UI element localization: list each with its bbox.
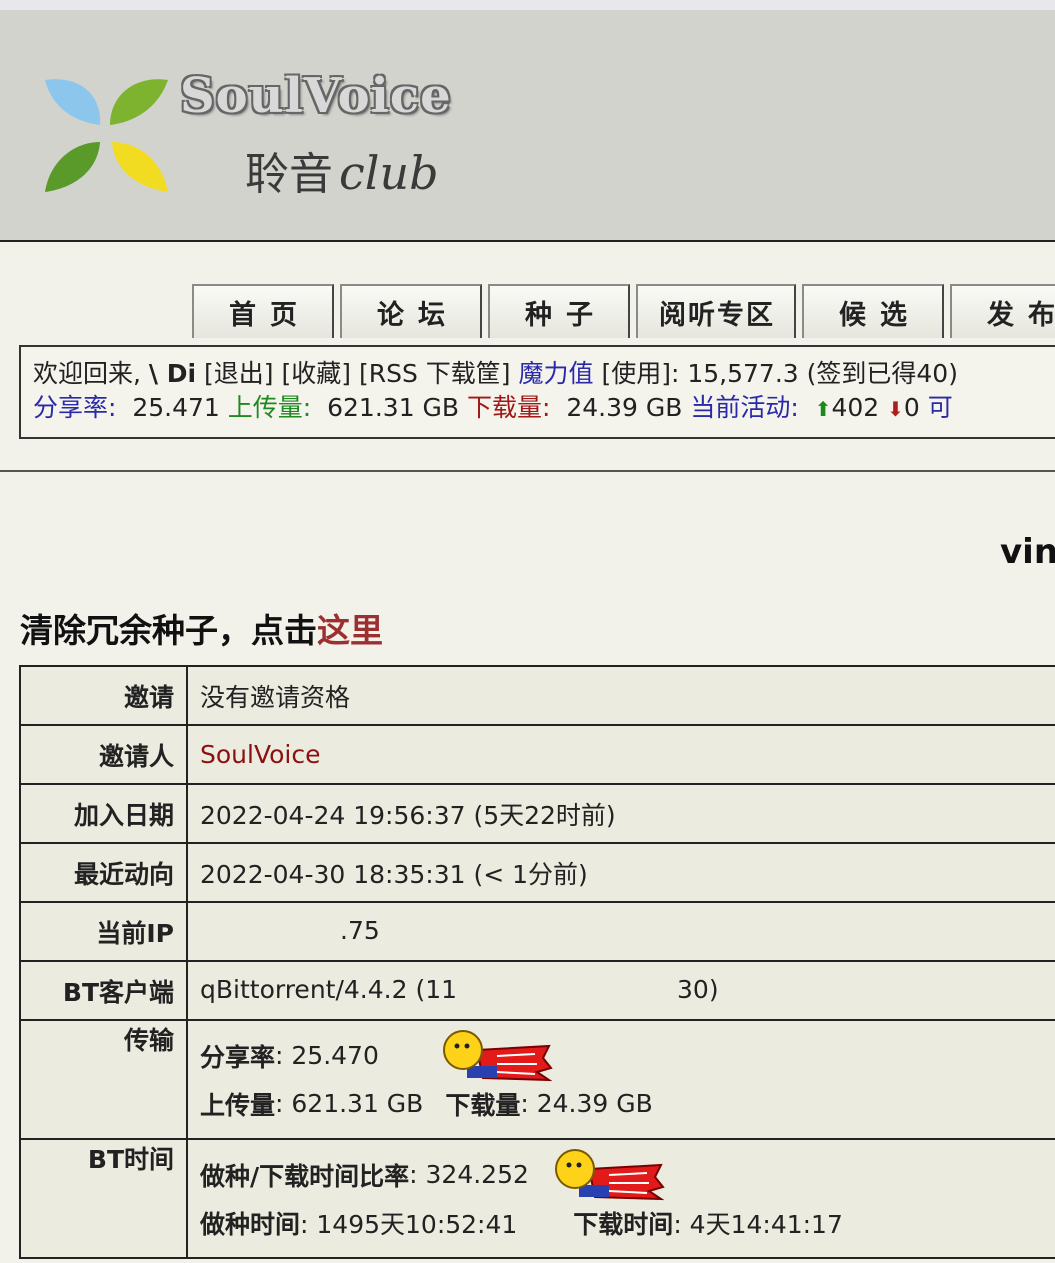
- inviter-label: 邀请人: [19, 724, 188, 785]
- seed-ratio-value: : 324.252: [409, 1160, 529, 1189]
- user-details-table: 邀请 没有邀请资格 邀请人 SoulVoice 加入日期 2022-04-24 …: [19, 665, 1055, 1259]
- favorites-link[interactable]: [收藏]: [281, 359, 351, 388]
- transfer-ratio-label: 分享率: [200, 1042, 276, 1072]
- client-value-end: 30): [677, 975, 719, 1004]
- tab-home[interactable]: 首页: [192, 284, 334, 338]
- divider: [0, 470, 1055, 472]
- clean-torrents-notice: 清除冗余种子，点击这里: [20, 604, 383, 652]
- user-info-bar: 欢迎回来, \ Di [退出] [收藏] [RSS 下载筐] 魔力值 [使用]:…: [19, 345, 1055, 439]
- table-row: 传输 分享率: 25.470 上传量: 621.31 GB 下载量: 24.39…: [19, 1019, 1055, 1140]
- seed-ratio-line: 做种/下载时间比率: 324.252: [200, 1148, 1055, 1200]
- joined-value: 2022-04-24 19:56:37 (5天22时前): [186, 783, 1055, 844]
- tab-reading-zone[interactable]: 阅听专区: [636, 284, 796, 338]
- logout-link[interactable]: [退出]: [204, 359, 274, 388]
- last-action-label: 最近动向: [19, 842, 188, 903]
- leeching-arrow-icon: ⬇: [887, 397, 904, 421]
- uploaded-value: : 621.31 GB: [275, 1089, 424, 1118]
- seed-ratio-label: 做种/下载时间比率: [200, 1161, 410, 1191]
- site-header: SoulVoice 聆音 club: [0, 10, 1055, 242]
- download-label: 下载量:: [467, 393, 551, 422]
- seed-time-label: 做种时间: [200, 1209, 301, 1239]
- table-row: BT客户端 qBittorrent/4.4.2 (11 30): [19, 960, 1055, 1021]
- tab-forum[interactable]: 论坛: [340, 284, 482, 338]
- invite-value: 没有邀请资格: [186, 665, 1055, 726]
- bttime-label: BT时间: [19, 1138, 188, 1259]
- clean-text: 清除冗余种子，点击: [20, 611, 317, 650]
- info-line-2: 分享率: 25.471 上传量: 621.31 GB 下载量: 24.39 GB…: [33, 391, 1055, 426]
- leech-time-value: : 4天14:41:17: [673, 1209, 843, 1239]
- tab-candidates[interactable]: 候选: [802, 284, 944, 338]
- bonus-link[interactable]: 魔力值: [518, 359, 593, 388]
- joined-label: 加入日期: [19, 783, 188, 844]
- rss-basket-link[interactable]: [RSS 下载筐]: [359, 359, 511, 388]
- main-nav: 首页 论坛 种子 阅听专区 候选 发布: [192, 284, 1055, 338]
- signin-status: (签到已得40): [806, 359, 958, 388]
- profile-username: vin: [1000, 532, 1055, 572]
- table-row: 加入日期 2022-04-24 19:56:37 (5天22时前): [19, 783, 1055, 844]
- inviter-link[interactable]: SoulVoice: [200, 740, 320, 769]
- transfer-ratio-line: 分享率: 25.470: [200, 1029, 1055, 1081]
- downloaded-value: : 24.39 GB: [520, 1089, 653, 1118]
- download-value: 24.39 GB: [566, 393, 683, 422]
- table-row: 邀请人 SoulVoice: [19, 724, 1055, 785]
- transfer-label: 传输: [19, 1019, 188, 1140]
- transfer-amount-line: 上传量: 621.31 GB 下载量: 24.39 GB: [200, 1080, 1055, 1128]
- last-action-value: 2022-04-30 18:35:31 (< 1分前): [186, 842, 1055, 903]
- logo-subtitle-cn: 聆音: [245, 149, 333, 200]
- active-label: 当前活动:: [690, 393, 799, 422]
- client-value-start: qBittorrent/4.4.2 (11: [200, 975, 458, 1004]
- bonus-value: : 15,577.3: [670, 359, 799, 388]
- connectable-label: 可: [927, 393, 953, 422]
- upload-value: 621.31 GB: [327, 393, 460, 422]
- transfer-ratio-value: : 25.470: [275, 1041, 379, 1070]
- top-strip: [0, 0, 1055, 10]
- tab-torrents[interactable]: 种子: [488, 284, 630, 338]
- ip-value: .75: [340, 916, 380, 945]
- table-row: BT时间 做种/下载时间比率: 324.252 做种时间: 1495天10:52…: [19, 1138, 1055, 1259]
- upload-label: 上传量:: [227, 393, 312, 422]
- seed-time-line: 做种时间: 1495天10:52:41 下载时间: 4天14:41:17: [200, 1199, 1055, 1247]
- logo-title: SoulVoice: [180, 68, 452, 124]
- seeding-arrow-icon: ⬆: [814, 397, 832, 421]
- flying-smiley-icon: [442, 1029, 553, 1081]
- flying-smiley-icon: [554, 1148, 665, 1200]
- ratio-label: 分享率:: [33, 393, 117, 422]
- logo-subtitle: 聆音 club: [245, 138, 439, 202]
- logo-leaves-icon[interactable]: [40, 70, 170, 195]
- invite-label: 邀请: [19, 665, 188, 726]
- seed-time-value: : 1495天10:52:41: [300, 1209, 518, 1239]
- username-link[interactable]: \ Di: [149, 359, 196, 388]
- leeching-count[interactable]: 0: [904, 393, 920, 422]
- ratio-value: 25.471: [132, 393, 220, 422]
- welcome-text: 欢迎回来,: [33, 359, 141, 388]
- downloaded-label: 下载量: [445, 1090, 521, 1120]
- tab-upload[interactable]: 发布: [950, 284, 1055, 338]
- ip-redaction: [200, 917, 340, 947]
- clean-here-link[interactable]: 这里: [317, 611, 383, 650]
- table-row: 最近动向 2022-04-30 18:35:31 (< 1分前): [19, 842, 1055, 903]
- table-row: 邀请 没有邀请资格: [19, 665, 1055, 726]
- seeding-count[interactable]: 402: [831, 393, 879, 422]
- leech-time-label: 下载时间: [573, 1209, 674, 1239]
- bonus-use-link[interactable]: [使用]: [601, 359, 671, 388]
- table-row: 当前IP .75: [19, 901, 1055, 962]
- info-line-1: 欢迎回来, \ Di [退出] [收藏] [RSS 下载筐] 魔力值 [使用]:…: [33, 357, 1055, 391]
- client-label: BT客户端: [19, 960, 188, 1021]
- ip-label: 当前IP: [19, 901, 188, 962]
- client-redaction: [457, 976, 678, 1006]
- logo-club: club: [339, 146, 439, 200]
- uploaded-label: 上传量: [200, 1090, 276, 1120]
